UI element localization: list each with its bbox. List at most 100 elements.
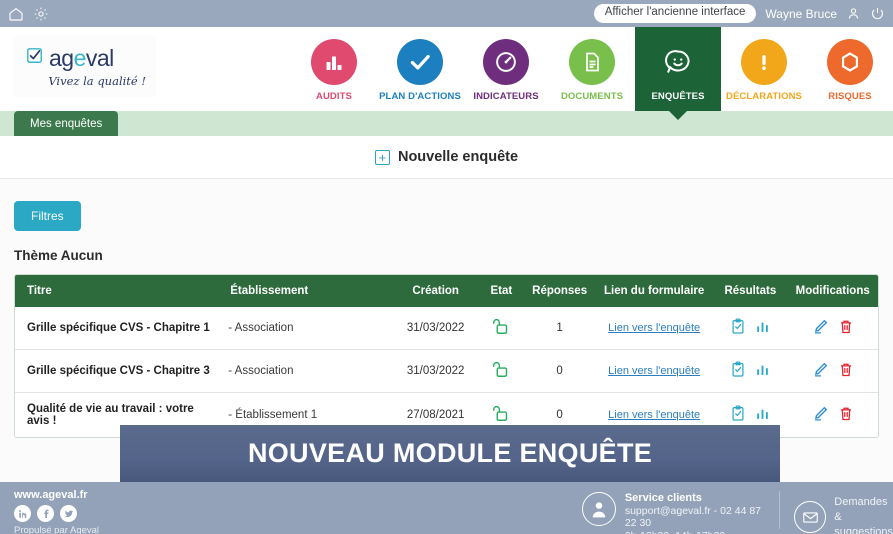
gear-icon[interactable] [33,6,49,22]
new-survey-button[interactable]: + Nouvelle enquête [374,149,518,165]
envelope-icon[interactable] [794,501,827,534]
cell-modifications [787,349,878,393]
logo-text-e: e [73,44,87,71]
cell-creation: 31/03/2022 [392,349,479,393]
exclamation-icon [741,39,787,85]
app-root: Afficher l'ancienne interface Wayne Bruc… [0,0,893,534]
trash-icon[interactable] [838,405,854,425]
cell-results [713,349,788,393]
legacy-interface-button[interactable]: Afficher l'ancienne interface [593,4,757,23]
tab-strip: Mes enquêtes [0,111,893,136]
promo-banner: NOUVEAU MODULE ENQUÊTE [120,425,780,482]
nav-item-audits[interactable]: AUDITS [291,27,377,111]
pencil-icon[interactable] [812,318,829,338]
table-row[interactable]: Grille spécifique CVS - Chapitre 1 - Ass… [15,307,878,350]
logo-text-ag: ag [49,44,74,71]
footer-suggestions-line1: Demandes [834,496,888,508]
nav-item-plan-dactions[interactable]: PLAN D'ACTIONS [377,27,463,111]
bar-chart-icon[interactable] [755,362,770,381]
footer-service-text: Service clients support@ageval.fr - 02 4… [625,492,766,534]
top-utility-bar: Afficher l'ancienne interface Wayne Bruc… [0,0,893,27]
column-header-establishment[interactable]: Établissement [218,275,393,307]
footer-service-clients: Service clients support@ageval.fr - 02 4… [581,489,766,534]
promo-banner-text: NOUVEAU MODULE ENQUÊTE [247,438,653,468]
nav-item-risques[interactable]: RISQUES [807,27,893,111]
clipboard-check-icon[interactable] [730,405,746,425]
topbar-left-icons [8,6,49,22]
nav-item-documents[interactable]: DOCUMENTS [549,27,635,111]
home-icon[interactable] [8,6,24,22]
footer-suggestions[interactable]: Demandes & suggestions [794,489,893,534]
ageval-logo[interactable]: ageval Vivez la qualité ! [14,35,156,97]
cell-state [478,349,525,393]
person-icon [581,492,616,526]
theme-title: Thème Aucun [14,248,103,263]
power-icon[interactable] [870,6,885,21]
surveys-table: Titre Établissement Création Etat Répons… [14,274,879,438]
new-survey-row: + Nouvelle enquête [0,136,893,179]
twitter-icon[interactable] [60,505,77,522]
nav-label-declarations: DÉCLARATIONS [726,91,802,102]
footer-left: www.ageval.fr Propulsé par Ageval [0,489,117,534]
bar-chart-icon [311,39,357,85]
column-header-title[interactable]: Titre [15,275,219,307]
table-header-row: Titre Établissement Création Etat Répons… [15,275,878,307]
trash-icon[interactable] [838,361,854,381]
cell-responses: 1 [524,307,595,350]
cell-establishment: - Association [218,307,393,350]
bar-chart-icon[interactable] [755,406,770,425]
column-header-modifications[interactable]: Modifications [787,275,878,307]
main-navigation: AUDITS PLAN D'ACTIONS INDICATEURS DOCUME… [291,27,893,111]
logo-text-val: val [85,44,114,71]
column-header-form-link[interactable]: Lien du formulaire [594,275,714,307]
cell-form-link: Lien vers l'enquête [594,307,714,350]
footer-website[interactable]: www.ageval.fr [14,489,117,501]
filters-button[interactable]: Filtres [14,201,81,231]
hexagon-icon [827,39,873,85]
logo-wordmark: ageval [14,45,156,72]
footer-service-contact[interactable]: support@ageval.fr - 02 44 87 22 30 [625,505,766,529]
unlocked-padlock-icon[interactable] [492,318,510,339]
document-icon [569,39,615,85]
column-header-responses[interactable]: Réponses [524,275,595,307]
table-row[interactable]: Grille spécifique CVS - Chapitre 3 - Ass… [15,349,878,393]
speedometer-icon [483,39,529,85]
survey-link[interactable]: Lien vers l'enquête [608,322,700,334]
username-label: Wayne Bruce [765,6,837,21]
nav-item-enquetes[interactable]: ENQUÊTES [635,27,721,111]
cell-modifications [787,392,878,437]
clipboard-check-icon[interactable] [730,361,746,381]
pencil-icon[interactable] [812,361,829,381]
check-icon [397,39,443,85]
plus-icon: + [374,149,390,165]
social-links [14,505,117,522]
footer-version: Propulsé par Ageval 9.0.6.2 [14,525,100,534]
nav-label-audits: AUDITS [316,91,352,102]
survey-link[interactable]: Lien vers l'enquête [608,365,700,377]
nav-label-risques: RISQUES [828,91,872,102]
bar-chart-icon[interactable] [755,319,770,338]
nav-item-indicateurs[interactable]: INDICATEURS [463,27,549,111]
smiley-chat-icon [655,39,701,85]
cell-form-link: Lien vers l'enquête [594,349,714,393]
column-header-creation[interactable]: Création [392,275,479,307]
linkedin-icon[interactable] [14,505,31,522]
column-header-state[interactable]: Etat [478,275,525,307]
survey-link[interactable]: Lien vers l'enquête [608,409,700,421]
pencil-icon[interactable] [812,405,829,425]
nav-item-declarations[interactable]: DÉCLARATIONS [721,27,807,111]
column-header-results[interactable]: Résultats [713,275,788,307]
footer-suggestions-line2: & suggestions [834,510,893,534]
unlocked-padlock-icon[interactable] [492,361,510,382]
trash-icon[interactable] [838,318,854,338]
cell-responses: 0 [524,349,595,393]
facebook-icon[interactable] [37,505,54,522]
clipboard-check-icon[interactable] [730,318,746,338]
footer-service-hours: 9h-12h30, 14h-17h30 Europe/Paris [625,530,766,534]
person-icon[interactable] [846,6,861,21]
topbar-right-group: Afficher l'ancienne interface Wayne Bruc… [593,4,885,23]
nav-label-documents: DOCUMENTS [560,91,624,102]
nav-label-plan-dactions: PLAN D'ACTIONS [379,91,461,102]
logo-tagline: Vivez la qualité ! [48,73,146,88]
tab-mes-enquetes[interactable]: Mes enquêtes [14,111,119,136]
